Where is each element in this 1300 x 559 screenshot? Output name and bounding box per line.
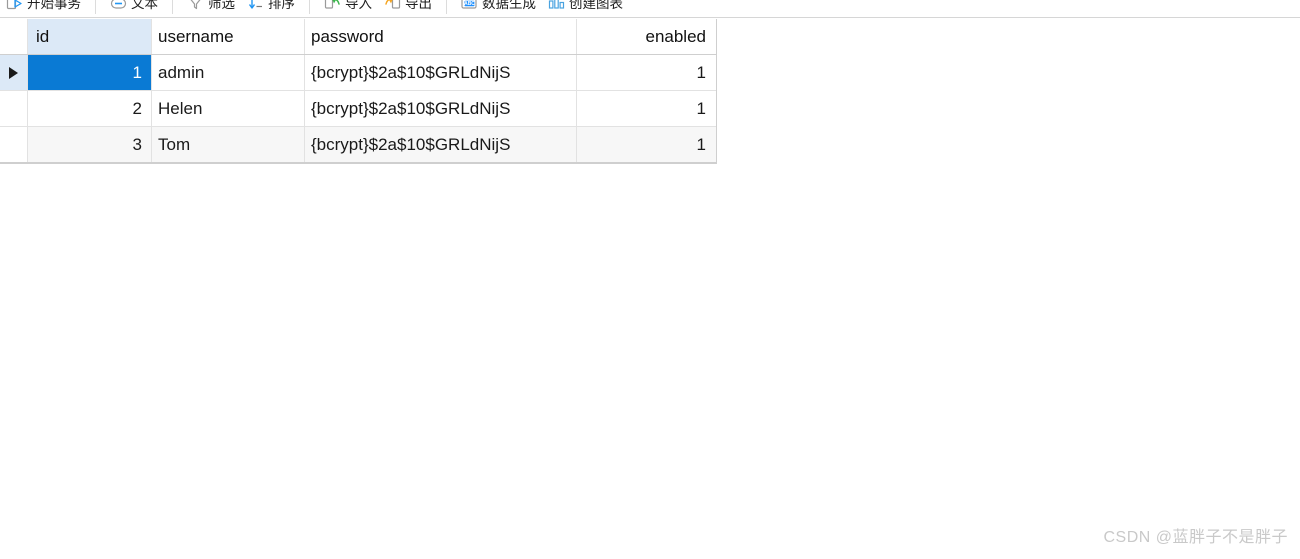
export-icon [384,0,401,12]
column-header-password[interactable]: password [305,19,577,54]
abc-data-generation-icon: ABC [461,0,478,12]
grid-header-row: id username password enabled [0,19,716,55]
toolbar-separator-1 [95,0,96,14]
toolbar-group-transaction: 开始事务 [0,0,87,17]
result-grid[interactable]: id username password enabled 1 admin {bc… [0,19,717,164]
toolbar-group-text: 文本 [104,0,164,17]
column-header-id[interactable]: id [28,19,152,54]
row-indicator-gutter[interactable] [0,55,28,90]
column-header-enabled[interactable]: enabled [577,19,716,54]
export-label: 导出 [405,0,432,11]
cell-username[interactable]: Helen [152,91,305,126]
cell-enabled[interactable]: 1 [577,127,716,162]
begin-transaction-label: 开始事务 [27,0,81,11]
toolbar: 开始事务 文本 筛选 排序 导入 导出 ABC 数据生成 创建图表 [0,0,1300,18]
header-gutter [0,19,28,54]
csdn-watermark: CSDN @蓝胖子不是胖子 [1103,529,1288,546]
column-header-username[interactable]: username [152,19,305,54]
toolbar-group-import-export: 导入 导出 [318,0,438,17]
data-generation-button[interactable]: ABC 数据生成 [455,0,542,16]
toolbar-group-tools: ABC 数据生成 创建图表 [455,0,629,17]
toolbar-separator-4 [446,0,447,14]
begin-transaction-icon [6,0,23,12]
toolbar-separator-2 [172,0,173,14]
table-row[interactable]: 3 Tom {bcrypt}$2a$10$GRLdNijS 1 [0,127,716,163]
create-chart-button[interactable]: 创建图表 [542,0,629,16]
svg-text:ABC: ABC [464,1,475,7]
sort-icon [247,0,264,12]
cell-id[interactable]: 1 [28,55,152,90]
sort-button[interactable]: 排序 [241,0,301,16]
text-label: 文本 [131,0,158,11]
import-label: 导入 [345,0,372,11]
current-row-caret-icon [9,66,18,79]
create-chart-label: 创建图表 [569,0,623,11]
create-chart-icon [548,0,565,12]
sort-label: 排序 [268,0,295,11]
filter-label: 筛选 [208,0,235,11]
table-row[interactable]: 2 Helen {bcrypt}$2a$10$GRLdNijS 1 [0,91,716,127]
filter-icon [187,0,204,12]
table-row[interactable]: 1 admin {bcrypt}$2a$10$GRLdNijS 1 [0,55,716,91]
cell-password[interactable]: {bcrypt}$2a$10$GRLdNijS [305,55,577,90]
cell-username[interactable]: Tom [152,127,305,162]
import-icon [324,0,341,12]
data-generation-label: 数据生成 [482,0,536,11]
cell-enabled[interactable]: 1 [577,91,716,126]
cell-password[interactable]: {bcrypt}$2a$10$GRLdNijS [305,127,577,162]
text-icon [110,0,127,12]
export-button[interactable]: 导出 [378,0,438,16]
cell-username[interactable]: admin [152,55,305,90]
row-indicator-gutter[interactable] [0,127,28,162]
cell-password[interactable]: {bcrypt}$2a$10$GRLdNijS [305,91,577,126]
import-button[interactable]: 导入 [318,0,378,16]
filter-button[interactable]: 筛选 [181,0,241,16]
text-button[interactable]: 文本 [104,0,164,16]
cell-enabled[interactable]: 1 [577,55,716,90]
toolbar-separator-3 [309,0,310,14]
cell-id[interactable]: 3 [28,127,152,162]
row-indicator-gutter[interactable] [0,91,28,126]
begin-transaction-button[interactable]: 开始事务 [0,0,87,16]
toolbar-group-filter-sort: 筛选 排序 [181,0,301,17]
cell-id[interactable]: 2 [28,91,152,126]
